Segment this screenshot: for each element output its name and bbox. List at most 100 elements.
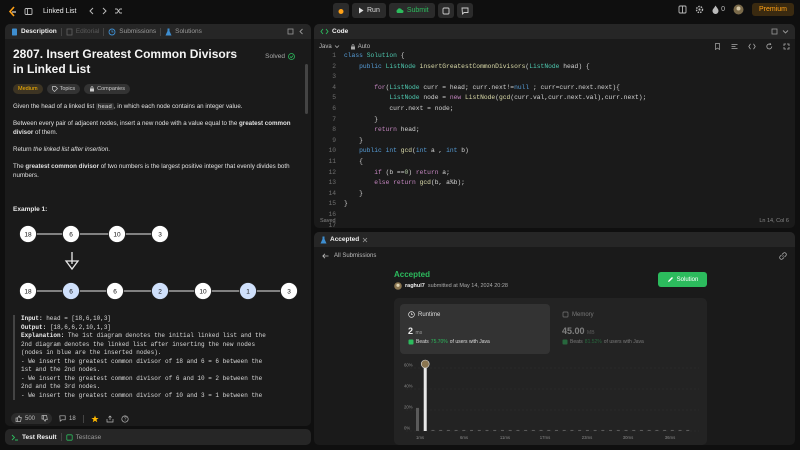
memory-box[interactable]: Memory 45.00 MB Beats 81.52% of users wi…	[554, 304, 704, 354]
runtime-bar[interactable]	[454, 429, 458, 431]
comments-button[interactable]: 18	[59, 415, 76, 422]
streak-fire-icon[interactable]: 0	[712, 5, 725, 14]
like-button[interactable]: 500	[11, 413, 53, 424]
code-editor[interactable]: 12345678910111213141516171819 class Solu…	[314, 52, 795, 228]
runtime-bar[interactable]	[500, 429, 504, 431]
shuffle-icon[interactable]	[114, 7, 123, 15]
runtime-box[interactable]: Runtime 2 ms Beats 75.70% of users with …	[400, 304, 550, 354]
premium-button[interactable]: Premium	[751, 3, 794, 16]
companies-tag[interactable]: Companies	[84, 84, 130, 94]
line-number: 3	[332, 73, 336, 81]
runtime-bar[interactable]	[624, 429, 628, 431]
runtime-distribution-chart[interactable]: 60% 40% 20% 0% 1ms 6ms 11ms 17ms 23ms 30ms 36ms	[394, 359, 707, 445]
tab-solutions[interactable]: Solutions	[165, 28, 202, 36]
tab-accepted[interactable]: Accepted	[320, 236, 368, 244]
runtime-bar[interactable]	[639, 429, 643, 431]
thumbs-down-icon[interactable]	[41, 415, 48, 422]
runtime-bar[interactable]	[462, 429, 466, 431]
share-icon[interactable]	[106, 415, 114, 423]
collapse-chevron-icon[interactable]	[782, 28, 789, 35]
code-braces-icon[interactable]	[748, 43, 756, 50]
memory-value: 45.00	[562, 326, 585, 336]
runtime-bar[interactable]	[647, 429, 651, 431]
format-icon[interactable]	[731, 43, 738, 50]
link-icon[interactable]	[779, 252, 787, 260]
memory-label: Memory	[572, 311, 594, 318]
topics-tag[interactable]: Topics	[46, 84, 81, 94]
runtime-bar[interactable]	[485, 429, 489, 431]
runtime-bar[interactable]	[632, 429, 636, 431]
chat-icon	[461, 7, 469, 15]
collapse-chevron-icon[interactable]	[298, 28, 305, 35]
runtime-bar[interactable]	[531, 429, 535, 431]
tab-editorial[interactable]: Editorial	[66, 28, 99, 36]
runtime-bar[interactable]	[477, 429, 481, 431]
all-submissions-link[interactable]: All Submissions	[314, 250, 795, 262]
feedback-button[interactable]	[456, 3, 473, 18]
tab-testcase[interactable]: Testcase	[65, 434, 101, 441]
tab-description[interactable]: Description	[11, 28, 57, 36]
runtime-bar[interactable]	[431, 429, 435, 431]
auto-mode-toggle[interactable]: Auto	[350, 44, 370, 50]
avatar[interactable]	[733, 4, 744, 15]
runtime-bar[interactable]	[439, 429, 443, 431]
runtime-bar[interactable]	[663, 429, 667, 431]
language-label: Java	[319, 43, 332, 50]
star-icon[interactable]	[91, 415, 99, 423]
flask-icon	[320, 236, 327, 244]
sidebar-toggle-icon[interactable]	[24, 7, 33, 16]
runtime-bar[interactable]	[555, 429, 558, 431]
help-icon[interactable]: ?	[121, 414, 129, 423]
line-number: 6	[332, 105, 336, 112]
layout-icon[interactable]	[678, 5, 687, 14]
run-button[interactable]: Run	[352, 3, 386, 18]
close-icon[interactable]	[362, 237, 368, 243]
tab-code[interactable]: Code	[320, 28, 348, 35]
post-solution-button[interactable]: Solution	[658, 272, 707, 287]
runtime-bar[interactable]	[416, 407, 419, 431]
settings-gear-icon[interactable]	[695, 5, 704, 14]
runtime-bar[interactable]	[593, 429, 597, 431]
runtime-bar[interactable]	[539, 429, 543, 431]
description-scrollbar[interactable]	[305, 64, 308, 114]
runtime-bar[interactable]	[670, 429, 674, 431]
runtime-bar[interactable]	[446, 429, 450, 431]
runtime-bar[interactable]	[609, 429, 613, 431]
tab-test-result[interactable]: Test Result	[11, 434, 57, 441]
expand-icon[interactable]	[783, 43, 790, 50]
problem-list-title[interactable]: Linked List	[43, 8, 76, 15]
submit-button[interactable]: Submit	[388, 3, 435, 18]
runtime-bar[interactable]	[524, 429, 528, 431]
accepted-status: Accepted	[394, 270, 431, 279]
note-button[interactable]	[437, 3, 454, 18]
runtime-bar[interactable]	[470, 429, 474, 431]
leetcode-logo-icon[interactable]	[8, 5, 18, 17]
maximize-icon[interactable]	[771, 28, 778, 35]
chevron-right-icon[interactable]	[101, 7, 108, 15]
chevron-left-icon[interactable]	[88, 7, 95, 15]
runtime-bar[interactable]	[570, 429, 574, 431]
debug-button[interactable]	[333, 3, 349, 18]
username[interactable]: raghul7	[405, 283, 425, 289]
bookmark-icon[interactable]	[714, 43, 721, 50]
runtime-bar[interactable]	[686, 429, 690, 431]
runtime-bar[interactable]	[562, 429, 566, 431]
tab-submissions[interactable]: Submissions	[108, 28, 156, 36]
runtime-bar[interactable]	[616, 429, 620, 431]
output-label: Output:	[21, 323, 47, 331]
runtime-bar[interactable]	[516, 429, 520, 431]
user-avatar[interactable]	[394, 282, 402, 290]
runtime-bar[interactable]	[678, 429, 682, 431]
runtime-bar[interactable]	[508, 429, 512, 431]
runtime-bar[interactable]	[547, 429, 551, 431]
runtime-bar[interactable]	[655, 429, 659, 431]
runtime-bar[interactable]	[585, 429, 589, 431]
maximize-icon[interactable]	[287, 28, 294, 35]
runtime-bar[interactable]	[493, 429, 497, 431]
reset-icon[interactable]	[766, 43, 773, 50]
text: Given the head of a linked list	[13, 103, 96, 110]
runtime-bar[interactable]	[423, 368, 427, 431]
runtime-bar[interactable]	[578, 429, 582, 431]
language-select[interactable]: Java	[319, 44, 340, 50]
runtime-bar[interactable]	[601, 429, 605, 431]
